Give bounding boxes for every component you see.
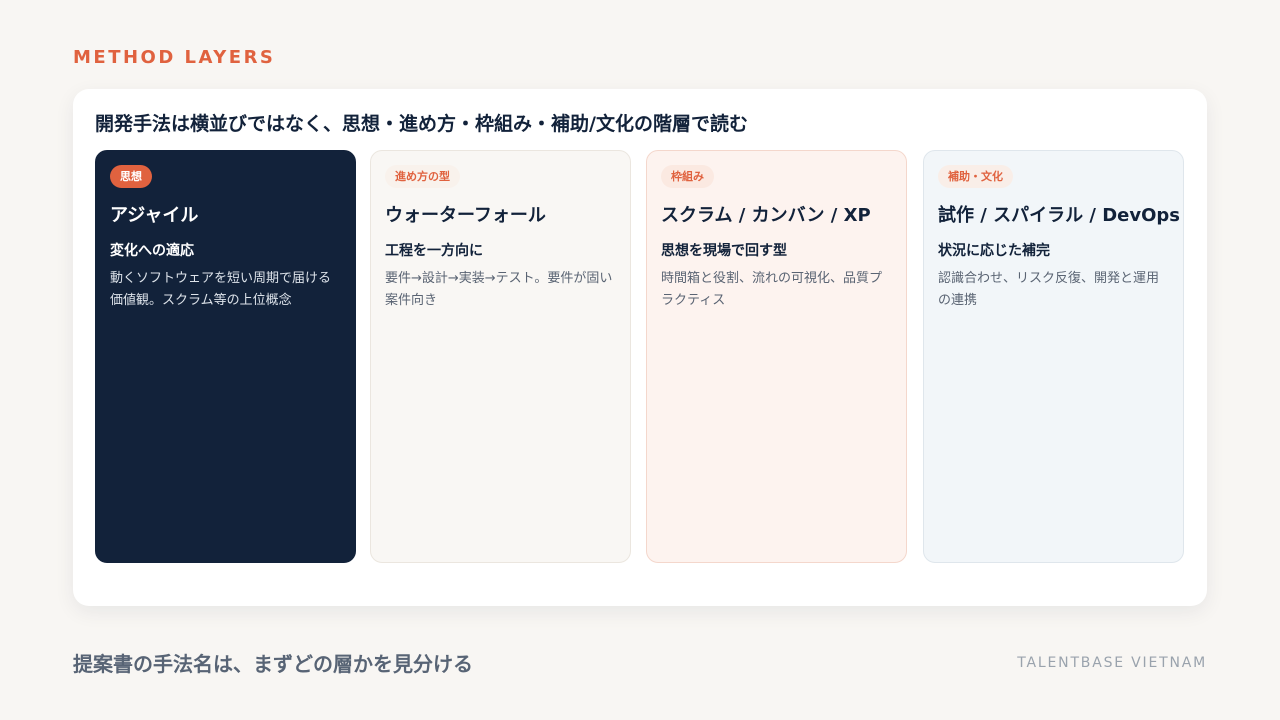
panel-headline: 開発手法は横並びではなく、思想・進め方・枠組み・補助/文化の階層で読む [95, 113, 748, 135]
card-subtitle: 状況に応じた補完 [938, 243, 1050, 259]
card-subtitle: 思想を現場で回す型 [661, 243, 787, 259]
card-subtitle: 工程を一方向に [385, 243, 483, 259]
card-description: 動くソフトウェアを短い周期で届ける価値観。スクラム等の上位概念 [110, 271, 332, 308]
layer-badge: 思想 [110, 165, 152, 188]
footer-title: 提案書の手法名は、まずどの層かを見分ける [73, 652, 473, 676]
card-frameworks: 枠組み スクラム / カンバン / XP 思想を現場で回す型 時間箱と役割、流れ… [646, 150, 907, 563]
eyebrow-label: METHOD LAYERS [73, 47, 276, 68]
card-title: 試作 / スパイラル / DevOps [938, 205, 1180, 226]
layer-badge: 進め方の型 [385, 165, 460, 188]
card-title: ウォーターフォール [385, 205, 546, 226]
card-title: アジャイル [110, 205, 199, 226]
card-description: 認識合わせ、リスク反復、開発と運用の連携 [938, 271, 1160, 308]
card-description: 時間箱と役割、流れの可視化、品質プラクティス [661, 271, 883, 308]
card-support-culture: 補助・文化 試作 / スパイラル / DevOps 状況に応じた補完 認識合わせ… [923, 150, 1184, 563]
layer-badge: 補助・文化 [938, 165, 1013, 188]
card-description: 要件→設計→実装→テスト。要件が固い案件向き [385, 271, 613, 308]
layer-badge: 枠組み [661, 165, 714, 188]
card-title: スクラム / カンバン / XP [661, 205, 871, 226]
brand-label: TALENTBASE VIETNAM [1017, 655, 1207, 671]
card-agile: 思想 アジャイル 変化への適応 動くソフトウェアを短い周期で届ける価値観。スクラ… [95, 150, 356, 563]
card-waterfall: 進め方の型 ウォーターフォール 工程を一方向に 要件→設計→実装→テスト。要件が… [370, 150, 631, 563]
card-subtitle: 変化への適応 [110, 243, 194, 259]
method-layers-panel: 開発手法は横並びではなく、思想・進め方・枠組み・補助/文化の階層で読む 思想 ア… [73, 89, 1207, 606]
